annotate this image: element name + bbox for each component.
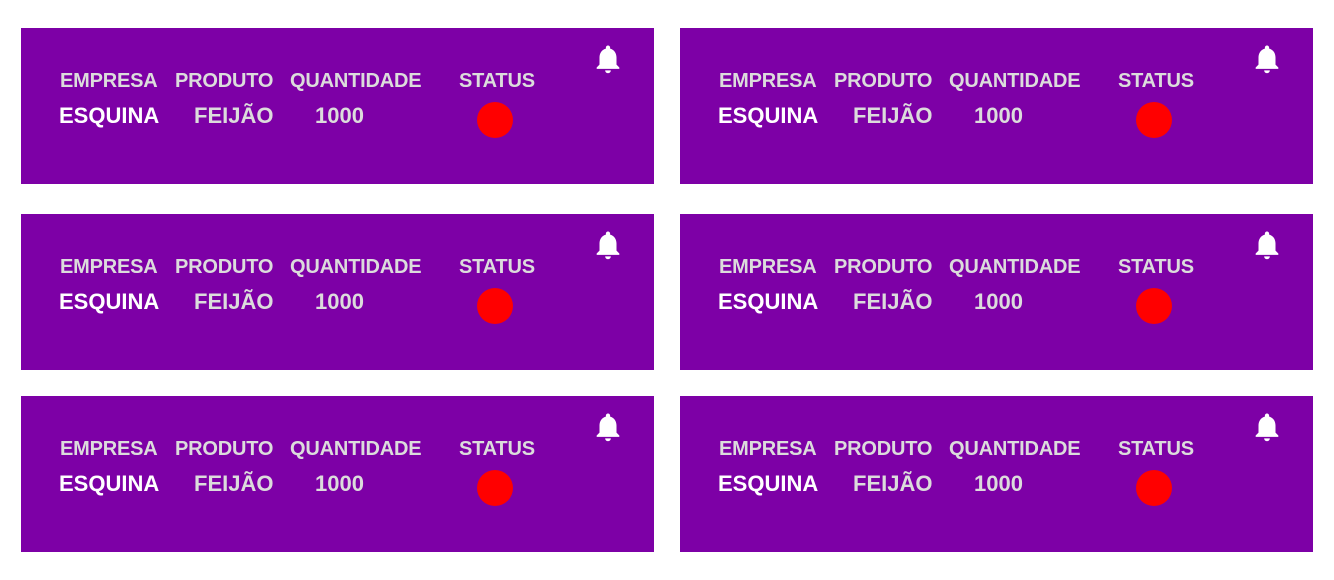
empresa-value: ESQUINA (59, 471, 160, 496)
order-card[interactable]: EMPRESA PRODUTO QUANTIDADE STATUS ESQUIN… (680, 396, 1313, 552)
empresa-value: ESQUINA (59, 289, 160, 314)
quantidade-value: 1000 (315, 471, 364, 496)
quantidade-value: 1000 (974, 471, 1023, 496)
order-card[interactable]: EMPRESA PRODUTO QUANTIDADE STATUS ESQUIN… (680, 28, 1313, 184)
order-card[interactable]: EMPRESA PRODUTO QUANTIDADE STATUS ESQUIN… (680, 214, 1313, 370)
status-header: STATUS (459, 438, 535, 460)
empresa-value: ESQUINA (718, 289, 819, 314)
quantidade-header: QUANTIDADE (949, 256, 1081, 278)
red-circle-icon[interactable] (477, 470, 513, 506)
red-circle-icon[interactable] (1136, 288, 1172, 324)
quantidade-value: 1000 (974, 289, 1023, 314)
empresa-header: EMPRESA (60, 256, 158, 278)
status-header: STATUS (1118, 438, 1194, 460)
bell-icon[interactable] (1250, 410, 1284, 444)
empresa-value: ESQUINA (718, 471, 819, 496)
red-circle-icon[interactable] (477, 102, 513, 138)
order-card[interactable]: EMPRESA PRODUTO QUANTIDADE STATUS ESQUIN… (21, 396, 654, 552)
empresa-header: EMPRESA (719, 438, 817, 460)
status-header: STATUS (1118, 256, 1194, 278)
produto-header: PRODUTO (175, 256, 274, 278)
order-cards-grid: EMPRESA PRODUTO QUANTIDADE STATUS ESQUIN… (0, 0, 1334, 580)
empresa-header: EMPRESA (719, 70, 817, 92)
quantidade-header: QUANTIDADE (290, 70, 422, 92)
order-card[interactable]: EMPRESA PRODUTO QUANTIDADE STATUS ESQUIN… (21, 28, 654, 184)
empresa-value: ESQUINA (718, 103, 819, 128)
bell-icon[interactable] (591, 42, 625, 76)
red-circle-icon[interactable] (1136, 102, 1172, 138)
bell-icon[interactable] (591, 410, 625, 444)
quantidade-value: 1000 (315, 103, 364, 128)
quantidade-header: QUANTIDADE (290, 256, 422, 278)
order-card[interactable]: EMPRESA PRODUTO QUANTIDADE STATUS ESQUIN… (21, 214, 654, 370)
produto-value: FEIJÃO (853, 471, 933, 496)
bell-icon[interactable] (591, 228, 625, 262)
empresa-header: EMPRESA (60, 70, 158, 92)
produto-header: PRODUTO (175, 70, 274, 92)
bell-icon[interactable] (1250, 42, 1284, 76)
produto-value: FEIJÃO (194, 289, 274, 314)
bell-icon[interactable] (1250, 228, 1284, 262)
produto-header: PRODUTO (175, 438, 274, 460)
produto-header: PRODUTO (834, 70, 933, 92)
produto-header: PRODUTO (834, 438, 933, 460)
empresa-value: ESQUINA (59, 103, 160, 128)
quantidade-header: QUANTIDADE (290, 438, 422, 460)
empresa-header: EMPRESA (60, 438, 158, 460)
red-circle-icon[interactable] (477, 288, 513, 324)
status-header: STATUS (459, 256, 535, 278)
produto-header: PRODUTO (834, 256, 933, 278)
produto-value: FEIJÃO (194, 103, 274, 128)
produto-value: FEIJÃO (853, 289, 933, 314)
red-circle-icon[interactable] (1136, 470, 1172, 506)
status-header: STATUS (1118, 70, 1194, 92)
produto-value: FEIJÃO (194, 471, 274, 496)
quantidade-header: QUANTIDADE (949, 438, 1081, 460)
empresa-header: EMPRESA (719, 256, 817, 278)
quantidade-value: 1000 (974, 103, 1023, 128)
status-header: STATUS (459, 70, 535, 92)
quantidade-value: 1000 (315, 289, 364, 314)
produto-value: FEIJÃO (853, 103, 933, 128)
quantidade-header: QUANTIDADE (949, 70, 1081, 92)
